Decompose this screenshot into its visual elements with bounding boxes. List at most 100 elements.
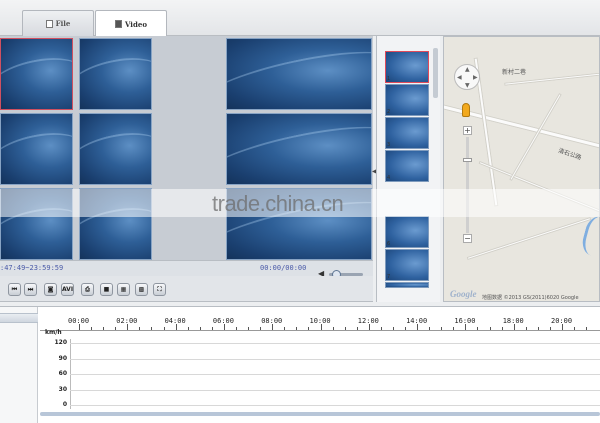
layout-1-button[interactable]: ■	[100, 283, 113, 296]
x-tick-mark	[151, 327, 153, 330]
video-cell-2[interactable]	[79, 38, 152, 110]
thumbnail-number: 7	[387, 274, 391, 280]
x-tick-mark	[441, 327, 443, 330]
x-tick-mark	[139, 327, 141, 330]
thumbnail-2[interactable]	[385, 84, 429, 116]
x-tick-mark	[260, 327, 262, 330]
map-road	[466, 216, 592, 261]
x-tick-mark	[465, 324, 467, 330]
map-pan-control[interactable]: ▲ ▼ ◀ ▶	[454, 64, 480, 90]
thumbnail-number: 1	[387, 76, 391, 82]
x-tick-mark	[429, 327, 431, 330]
tab-video-label: Video	[125, 19, 147, 29]
watermark-text: trade.china.cn	[212, 191, 344, 216]
x-tick-mark	[320, 324, 322, 330]
avi-button[interactable]: AVI	[61, 283, 74, 296]
x-tick-mark	[248, 327, 250, 330]
video-cell-1[interactable]	[0, 38, 73, 110]
tab-file[interactable]: File	[22, 10, 94, 36]
street-view-pegman-icon[interactable]	[462, 103, 470, 117]
x-tick-mark	[223, 324, 225, 330]
video-cell-4[interactable]	[0, 113, 73, 185]
zoom-in-button[interactable]: +	[463, 126, 472, 135]
x-tick-mark	[562, 324, 563, 330]
thumbnail-1[interactable]	[385, 51, 429, 83]
y-gridline	[70, 358, 600, 360]
x-tick-mark	[332, 327, 334, 330]
x-tick-mark	[199, 327, 201, 330]
app-window: File Video :47:49~23:59:59 00:00/00:00 ◀…	[0, 0, 600, 423]
y-gridline	[70, 405, 600, 406]
fullscreen-button[interactable]: ⛶	[153, 283, 166, 296]
x-tick-mark	[417, 324, 419, 330]
tab-video[interactable]: Video	[95, 10, 167, 37]
x-tick-mark	[392, 327, 394, 330]
x-tick-mark	[211, 327, 213, 330]
video-grid	[0, 36, 373, 260]
side-panel-header	[0, 313, 38, 323]
time-axis: 00:00 02:00 04:00 06:00 08:00 10:00 12:00 14:00…	[40, 313, 600, 331]
x-tick-mark	[586, 327, 588, 330]
x-tick-mark	[175, 324, 177, 330]
x-tick-mark	[308, 327, 310, 330]
y-axis-unit: km/h	[45, 329, 62, 336]
zoom-slider-handle[interactable]	[463, 158, 472, 162]
x-tick-mark	[272, 324, 274, 330]
x-tick-mark	[574, 327, 576, 330]
x-tick-mark	[284, 327, 286, 330]
snapshot-button[interactable]: ◙	[44, 283, 57, 296]
y-tick-label: 90	[58, 354, 67, 362]
y-gridline	[70, 343, 600, 344]
video-cell-3[interactable]	[226, 38, 372, 110]
zoom-out-button[interactable]: −	[463, 234, 472, 243]
skip-end-button[interactable]: ⏭	[24, 283, 37, 296]
x-tick-mark	[163, 327, 165, 330]
thumbnail-number: 4	[387, 175, 391, 181]
map-label: 新村二巷	[502, 69, 527, 76]
x-tick-mark	[549, 327, 551, 330]
video-icon	[115, 20, 122, 28]
x-tick-mark	[477, 327, 479, 330]
map-label: 清石公路	[557, 147, 583, 162]
x-tick-mark	[356, 327, 358, 330]
x-tick-mark	[525, 327, 527, 330]
map-panel[interactable]: 新村二巷 清石公路 ▲ ▼ ◀ ▶ + − Google 地图数据 ©2013 …	[443, 36, 600, 302]
layout-4-button[interactable]: ▦	[117, 283, 130, 296]
zoom-slider-track[interactable]	[466, 137, 469, 233]
x-tick-mark	[187, 327, 189, 330]
thumbnail-number: 6	[387, 241, 391, 247]
thumbnail-6[interactable]	[385, 216, 429, 248]
x-tick-mark	[405, 327, 407, 330]
x-tick-mark	[127, 324, 129, 330]
x-tick-mark	[489, 327, 491, 330]
x-tick-mark	[115, 327, 117, 330]
x-tick-mark	[103, 327, 105, 330]
speed-chart-panel: 00:00 02:00 04:00 06:00 08:00 10:00 12:00 14:00…	[0, 306, 600, 423]
y-tick-label: 0	[62, 401, 67, 408]
playback-position: 00:00/00:00	[260, 264, 307, 272]
x-tick-mark	[235, 327, 237, 330]
chart-scrollbar[interactable]	[40, 412, 600, 416]
y-gridline	[70, 389, 600, 391]
y-tick-label: 60	[58, 370, 67, 377]
thumbnail-4[interactable]	[385, 150, 429, 182]
x-tick-mark	[344, 327, 346, 330]
thumbnail-number: 2	[387, 109, 391, 115]
thumbnail-3[interactable]	[385, 117, 429, 149]
x-tick-mark	[79, 324, 80, 330]
thumbnail-number: 3	[387, 142, 391, 148]
thumbnail-7[interactable]	[385, 249, 429, 281]
y-tick-label: 30	[58, 385, 67, 393]
x-tick-mark	[513, 324, 515, 330]
thumbnail-list: 1 2 3 4 6 7	[376, 36, 440, 302]
thumbnail-scrollbar[interactable]	[433, 48, 438, 98]
tab-file-label: File	[55, 19, 71, 28]
skip-start-button[interactable]: ⏮	[8, 283, 21, 296]
print-button[interactable]: ⎙	[81, 283, 94, 296]
chart-side-panel	[0, 307, 38, 423]
thumbnail-8[interactable]	[385, 282, 429, 288]
video-cell-5[interactable]	[79, 113, 152, 185]
video-cell-6[interactable]	[226, 113, 372, 185]
x-tick-mark	[296, 327, 298, 330]
layout-9-button[interactable]: ▩	[135, 283, 148, 296]
